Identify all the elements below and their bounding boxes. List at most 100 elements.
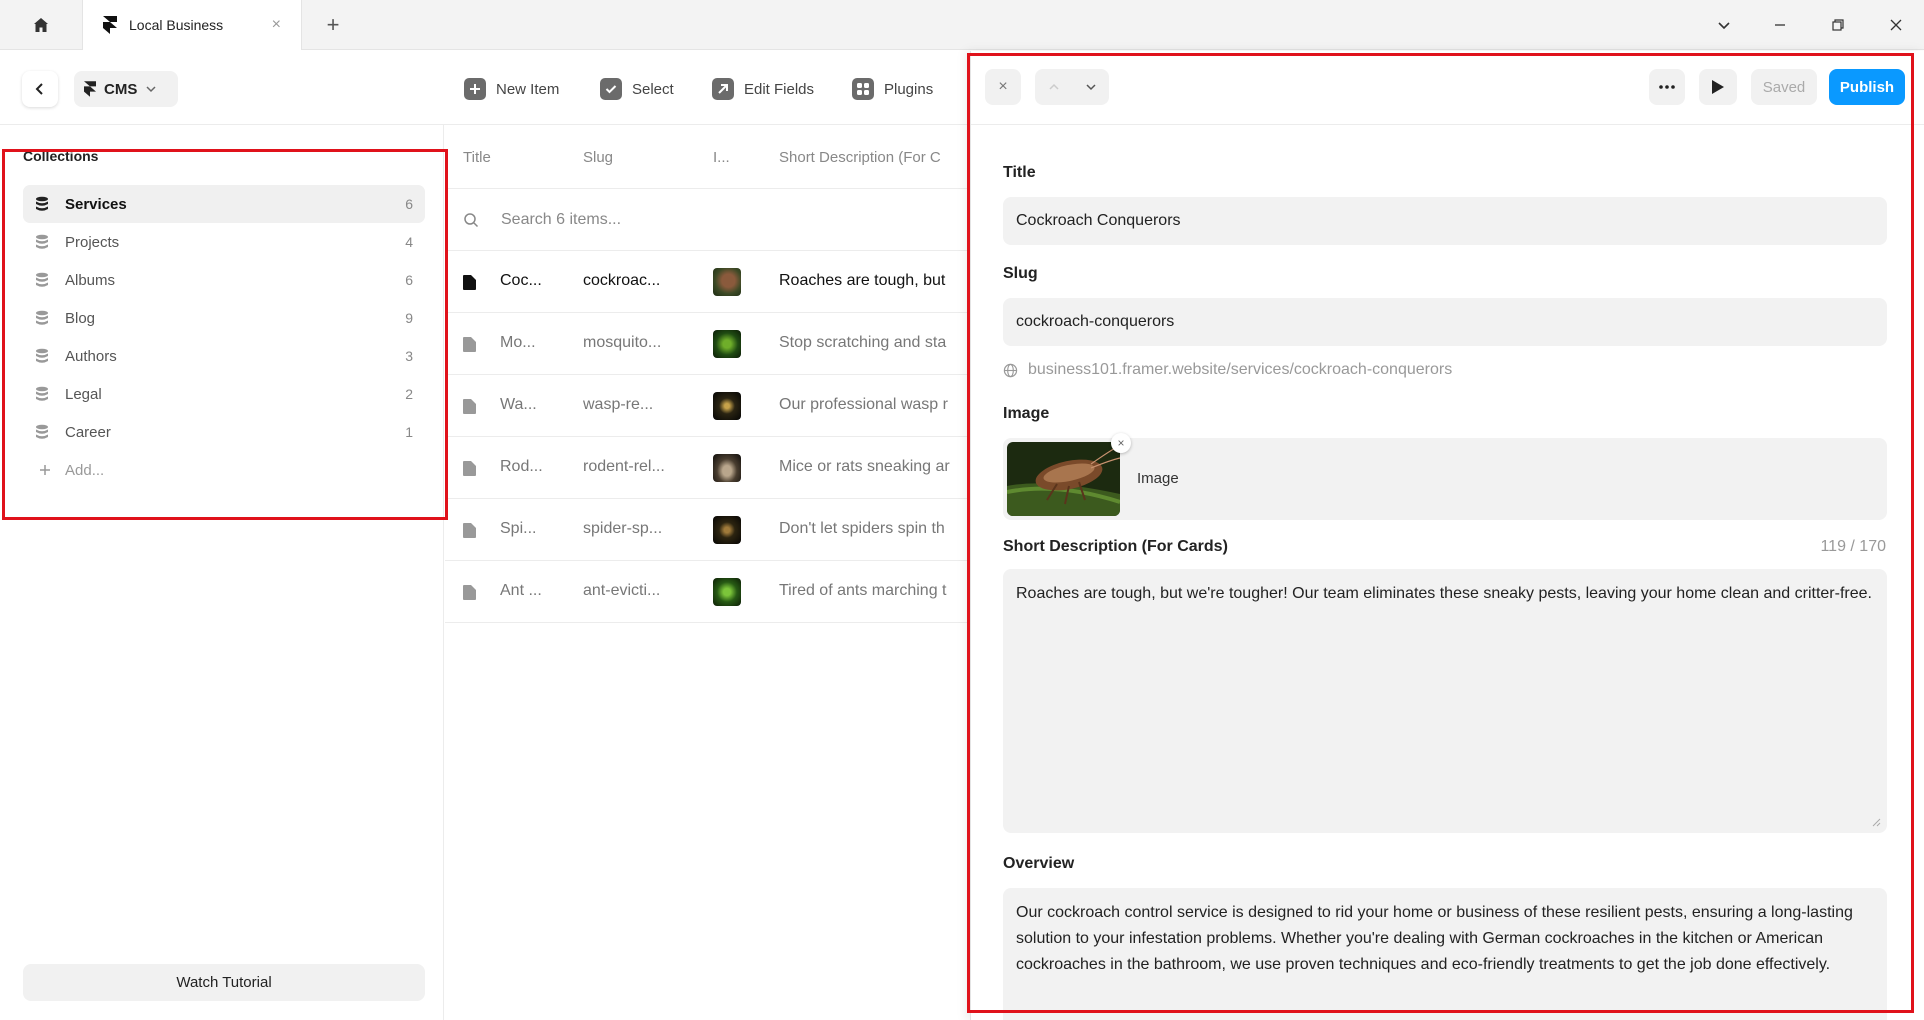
column-header-slug[interactable]: Slug [583, 149, 613, 166]
sidebar-item-label: Albums [65, 271, 116, 289]
row-short-description: Our professional wasp r [779, 396, 948, 413]
home-button[interactable] [18, 10, 64, 40]
tab-local-business[interactable]: Local Business × [82, 0, 302, 50]
row-title: Wa... [500, 396, 537, 413]
collections-list: Services 6 Projects 4 Albums 6 Blog 9 Au… [23, 185, 425, 489]
plus-icon [40, 465, 50, 475]
resize-handle-icon[interactable] [1871, 817, 1881, 827]
document-icon [463, 337, 476, 352]
edit-fields-button[interactable]: Edit Fields [712, 71, 814, 107]
table-row[interactable]: Ant ... ant-evicti... Tired of ants marc… [445, 561, 970, 623]
sidebar-item-authors[interactable]: Authors 3 [23, 337, 425, 375]
sidebar-item-count: 1 [405, 424, 413, 440]
chevron-left-icon [35, 83, 43, 95]
select-button[interactable]: Select [600, 71, 674, 107]
slug-field-label: Slug [1003, 265, 1038, 282]
database-icon [36, 234, 48, 249]
sidebar-item-services[interactable]: Services 6 [23, 185, 425, 223]
tab-close-icon[interactable]: × [272, 16, 281, 34]
table-row[interactable]: Coc... cockroac... Roaches are tough, bu… [445, 251, 970, 313]
row-short-description: Don't let spiders spin th [779, 520, 945, 537]
sidebar-item-albums[interactable]: Albums 6 [23, 261, 425, 299]
items-table: Title Slug I... Short Description (For C… [445, 125, 970, 1020]
row-title: Mo... [500, 334, 536, 351]
image-caption: Image [1137, 470, 1179, 487]
sidebar-item-count: 9 [405, 310, 413, 326]
close-window-button[interactable] [1878, 10, 1914, 40]
table-row[interactable]: Wa... wasp-re... Our professional wasp r [445, 375, 970, 437]
image-field-label: Image [1003, 405, 1050, 422]
row-title: Coc... [500, 272, 542, 289]
watch-tutorial-button[interactable]: Watch Tutorial [23, 964, 425, 1001]
home-icon [34, 18, 48, 32]
column-header-short-description[interactable]: Short Description (For C [779, 149, 941, 166]
row-title: Ant ... [500, 582, 542, 599]
database-icon [36, 310, 48, 325]
tabs-dropdown-button[interactable] [1706, 10, 1742, 40]
row-title: Spi... [500, 520, 537, 537]
row-image-thumbnail [713, 330, 741, 358]
cms-dropdown[interactable]: CMS [74, 71, 178, 107]
document-icon [463, 461, 476, 476]
sidebar-item-count: 6 [405, 272, 413, 288]
row-slug: wasp-re... [583, 396, 654, 413]
select-label: Select [632, 80, 674, 98]
row-image-thumbnail [713, 392, 741, 420]
minimize-button[interactable] [1762, 10, 1798, 40]
item-detail-panel: × Saved Publish Title Cockroach Conquero… [970, 51, 1924, 1020]
sidebar-item-count: 3 [405, 348, 413, 364]
short-description-field[interactable]: Roaches are tough, but we're tougher! Ou… [1003, 569, 1887, 833]
close-detail-button[interactable]: × [985, 69, 1021, 105]
database-icon [36, 272, 48, 287]
overview-field[interactable]: Our cockroach control service is designe… [1003, 888, 1887, 1020]
short-description-label: Short Description (For Cards) [1003, 538, 1228, 555]
app-window: Local Business × + CMS New Item Select E… [0, 0, 1924, 1020]
detail-toolbar: × Saved Publish [971, 51, 1924, 125]
add-collection-label: Add... [65, 461, 105, 479]
overview-field-label: Overview [1003, 855, 1075, 872]
add-collection-button[interactable]: Add... [23, 451, 425, 489]
short-description-text: Roaches are tough, but we're tougher! Ou… [1016, 585, 1872, 602]
row-image-thumbnail [713, 454, 741, 482]
close-icon [1890, 19, 1902, 31]
cms-label: CMS [104, 80, 138, 98]
sidebar-item-projects[interactable]: Projects 4 [23, 223, 425, 261]
slug-field[interactable]: cockroach-conquerors [1003, 298, 1887, 346]
preview-button[interactable] [1699, 69, 1737, 105]
collections-heading: Collections [23, 148, 99, 164]
sidebar-item-career[interactable]: Career 1 [23, 413, 425, 451]
column-header-title[interactable]: Title [463, 149, 491, 166]
restore-button[interactable] [1820, 10, 1856, 40]
plugins-button[interactable]: Plugins [852, 71, 933, 107]
back-button[interactable] [22, 71, 58, 107]
table-row[interactable]: Rod... rodent-rel... Mice or rats sneaki… [445, 437, 970, 499]
chevron-down-icon [1718, 22, 1730, 30]
search-input[interactable] [501, 210, 801, 229]
table-row[interactable]: Mo... mosquito... Stop scratching and st… [445, 313, 970, 375]
image-field[interactable]: × Image [1003, 433, 1887, 520]
saved-status: Saved [1751, 69, 1817, 105]
column-header-image[interactable]: I... [713, 149, 730, 166]
publish-button[interactable]: Publish [1829, 69, 1905, 105]
previous-item-button[interactable] [1035, 81, 1072, 93]
table-row[interactable]: Spi... spider-sp... Don't let spiders sp… [445, 499, 970, 561]
new-item-button[interactable]: New Item [464, 71, 559, 107]
sidebar-item-count: 6 [405, 196, 413, 212]
sidebar-item-legal[interactable]: Legal 2 [23, 375, 425, 413]
row-image-thumbnail [713, 516, 741, 544]
sidebar-item-label: Projects [65, 233, 120, 251]
title-field[interactable]: Cockroach Conquerors [1003, 197, 1887, 245]
new-tab-button[interactable]: + [318, 10, 348, 40]
sidebar-item-blog[interactable]: Blog 9 [23, 299, 425, 337]
chevron-up-icon [1048, 83, 1059, 90]
plugins-grid-icon [852, 78, 874, 100]
more-options-button[interactable] [1649, 69, 1685, 105]
next-item-button[interactable] [1072, 81, 1109, 93]
image-preview[interactable] [1007, 442, 1120, 516]
sidebar-item-count: 4 [405, 234, 413, 250]
chevron-down-icon [146, 86, 156, 93]
row-slug: cockroac... [583, 272, 661, 289]
remove-image-button[interactable]: × [1111, 433, 1131, 453]
item-url[interactable]: business101.framer.website/services/cock… [1003, 361, 1452, 379]
overview-text: Our cockroach control service is designe… [1016, 904, 1853, 973]
